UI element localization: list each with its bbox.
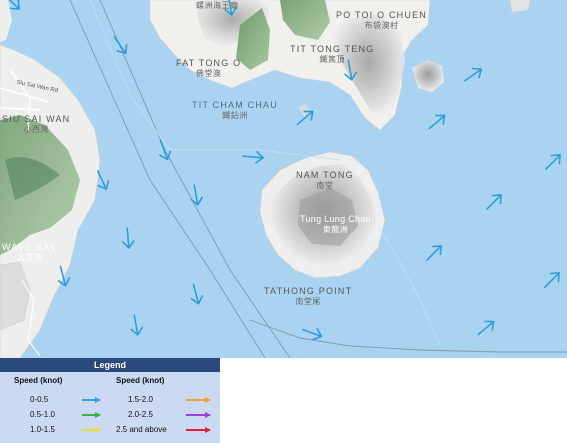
current-arrow: [190, 184, 204, 206]
current-arrow: [96, 170, 110, 190]
current-arrow: [242, 150, 264, 164]
current-arrow: [224, 0, 238, 16]
legend-header-right: Speed (knot): [116, 376, 165, 385]
legend-range-left-3: 1.0-1.5: [30, 425, 55, 434]
legend-arrow-left-2: [82, 412, 101, 418]
current-arrow: [113, 36, 128, 54]
legend-header-left: Speed (knot): [14, 376, 63, 385]
current-arrow: [544, 272, 560, 288]
legend-range-right-3: 2.5 and above: [116, 425, 167, 434]
current-arrow: [464, 67, 482, 82]
legend-arrow-left-3: [82, 427, 101, 433]
current-arrow: [344, 59, 358, 81]
legend-arrows-left: [82, 397, 101, 433]
current-arrow: [426, 245, 442, 261]
legend-title: Legend: [0, 358, 220, 372]
current-arrow: [486, 194, 502, 210]
current-arrow: [158, 139, 172, 161]
current-arrow: [190, 283, 204, 305]
legend-arrow-right-3: [186, 427, 211, 433]
legend-arrow-right-1: [186, 397, 211, 403]
legend-arrow-left-1: [82, 397, 101, 403]
legend-arrows-right: [186, 397, 211, 433]
legend-range-right-1: 1.5-2.0: [128, 395, 153, 404]
current-arrows-layer: [4, 0, 561, 341]
current-arrow: [428, 114, 446, 130]
map-view[interactable]: 螺洲海王廟 PO TOI O CHUEN 布袋澳村 FAT TONG O 佛堂澳…: [0, 0, 567, 358]
legend-range-left-1: 0-0.5: [30, 395, 49, 404]
legend-arrow-right-2: [186, 412, 211, 418]
current-arrow: [121, 227, 135, 249]
current-arrow: [130, 314, 144, 336]
current-arrow: [301, 327, 323, 341]
legend-panel: Legend Speed (knot) Speed (knot) 0-0.5 0…: [0, 358, 220, 443]
current-arrow: [545, 154, 561, 170]
current-arrow: [4, 0, 20, 10]
legend-range-left-2: 0.5-1.0: [30, 410, 55, 419]
current-arrow: [57, 265, 71, 287]
current-arrow: [477, 320, 495, 336]
legend-range-right-2: 2.0-2.5: [128, 410, 153, 419]
current-arrow: [296, 110, 314, 126]
